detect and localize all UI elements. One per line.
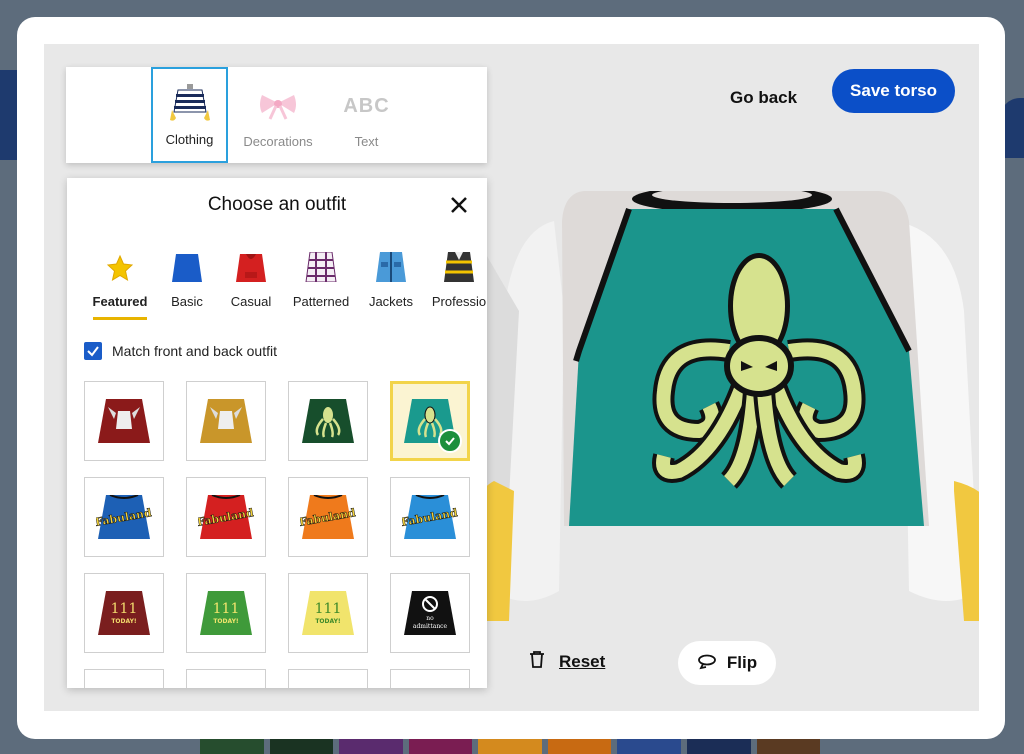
close-icon[interactable]	[447, 193, 471, 217]
category-label: Featured	[92, 294, 148, 320]
svg-text:111: 111	[111, 601, 138, 617]
category-jackets[interactable]: Jackets	[359, 250, 423, 320]
plaid-shirt-icon	[305, 250, 337, 282]
outfit-grid: Fabuland Fabuland Fabuland Fabuland 111 T…	[84, 381, 470, 688]
selected-check-icon	[438, 429, 462, 453]
category-patterned[interactable]: Patterned	[283, 250, 359, 320]
torso-editor-modal: Clothing Decorations ABC Text Go back Sa…	[17, 17, 1005, 739]
reset-label: Reset	[559, 651, 606, 671]
outfit-panel: Choose an outfit Featured Basic Casual P…	[67, 178, 487, 688]
category-featured[interactable]: Featured	[85, 250, 155, 320]
striped-shirt-icon	[168, 84, 212, 124]
star-icon	[106, 250, 134, 282]
flip-label: Flip	[726, 653, 758, 672]
editor-stage: Clothing Decorations ABC Text Go back Sa…	[44, 44, 979, 711]
category-basic[interactable]: Basic	[155, 250, 219, 320]
trash-icon	[529, 650, 545, 673]
svg-text:TODAY!: TODAY!	[213, 618, 238, 625]
category-label: Jackets	[368, 294, 414, 309]
category-label: Basic	[171, 294, 203, 309]
tab-label: Decorations	[243, 134, 313, 149]
outfit-tile[interactable]	[288, 669, 368, 688]
outfit-tile[interactable]: Fabuland	[288, 477, 368, 557]
svg-text:no: no	[426, 615, 434, 622]
outfit-tile[interactable]	[84, 669, 164, 688]
vest-icon	[443, 250, 475, 282]
svg-text:111: 111	[213, 601, 240, 617]
category-label: Patterned	[292, 294, 350, 309]
outfit-tile[interactable]: no admittance	[390, 573, 470, 653]
tab-clothing[interactable]: Clothing	[151, 67, 228, 163]
tab-decorations[interactable]: Decorations	[228, 67, 328, 163]
abc-icon: ABC	[343, 94, 390, 117]
match-outfit-row: Match front and back outfit	[84, 342, 277, 360]
reset-button[interactable]: Reset	[529, 650, 605, 673]
outfit-tile[interactable]	[186, 669, 266, 688]
hoodie-icon	[235, 250, 267, 282]
category-label: Casual	[230, 294, 272, 309]
outfit-tile[interactable]	[186, 381, 266, 461]
tab-text[interactable]: ABC Text	[328, 67, 405, 163]
plain-shirt-icon	[171, 250, 203, 282]
outfit-tile[interactable]: Fabuland	[186, 477, 266, 557]
category-casual[interactable]: Casual	[219, 250, 283, 320]
category-label: Professio	[431, 294, 487, 309]
outfit-tile[interactable]: 111 TODAY!	[288, 573, 368, 653]
outfit-tile[interactable]: 111 TODAY!	[84, 573, 164, 653]
category-professional[interactable]: Professio	[423, 250, 487, 320]
outfit-tile[interactable]: Fabuland	[84, 477, 164, 557]
match-outfit-label: Match front and back outfit	[112, 343, 277, 359]
torso-preview	[478, 185, 979, 631]
tab-label: Clothing	[165, 132, 214, 147]
save-torso-button[interactable]: Save torso	[832, 69, 955, 113]
go-back-link[interactable]: Go back	[730, 80, 797, 116]
rotate-icon	[697, 654, 717, 673]
tab-label: Text	[354, 134, 379, 149]
bow-icon	[256, 86, 300, 126]
outfit-tile-selected[interactable]	[390, 381, 470, 461]
background-color-swatches	[200, 738, 821, 754]
outfit-tile[interactable]	[288, 381, 368, 461]
flip-button[interactable]: Flip	[678, 641, 776, 685]
panel-title: Choose an outfit	[207, 194, 347, 215]
outfit-tile[interactable]	[390, 669, 470, 688]
svg-text:admittance: admittance	[413, 623, 448, 630]
match-outfit-checkbox[interactable]	[84, 342, 102, 360]
outfit-tile[interactable]	[84, 381, 164, 461]
outfit-tile[interactable]: 111 TODAY!	[186, 573, 266, 653]
category-tabs: Featured Basic Casual Patterned Jackets …	[85, 250, 487, 320]
jacket-icon	[375, 250, 407, 282]
outfit-tile[interactable]: Fabuland	[390, 477, 470, 557]
svg-text:TODAY!: TODAY!	[111, 618, 136, 625]
svg-text:TODAY!: TODAY!	[315, 618, 340, 625]
svg-text:111: 111	[315, 601, 342, 617]
editor-tabs: Clothing Decorations ABC Text	[66, 67, 487, 163]
